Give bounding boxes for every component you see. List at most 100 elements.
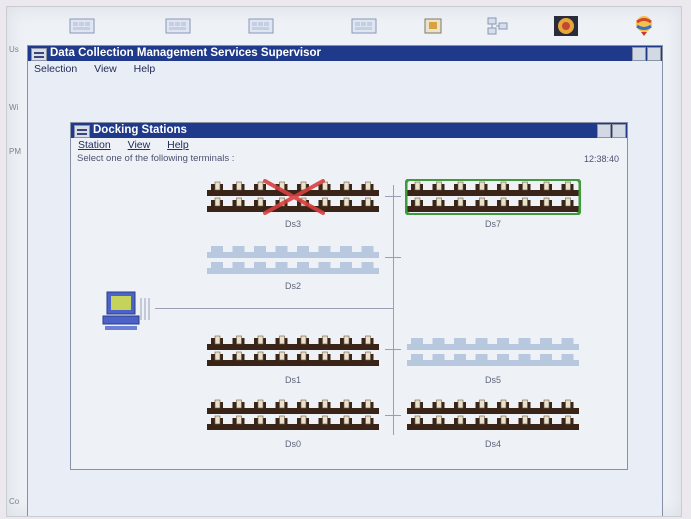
- terminal-icon: [343, 399, 350, 409]
- terminal-icon: [214, 351, 221, 361]
- terminal-icon: [500, 181, 507, 191]
- terminal-icon: [436, 415, 442, 425]
- docking-station-ds4[interactable]: [405, 397, 581, 433]
- terminal-icon: [214, 181, 221, 191]
- minimize-button[interactable]: [632, 47, 646, 61]
- terminal-icon: [257, 415, 264, 425]
- supervisor-computer-icon: [102, 291, 150, 330]
- system-menu-icon[interactable]: [31, 48, 47, 61]
- terminal-icon: [543, 399, 550, 409]
- terminal-icon: [479, 415, 485, 425]
- terminal-icon: [522, 399, 528, 409]
- desktop-icon-label: Co: [9, 497, 20, 506]
- station-label-ds4: Ds4: [484, 439, 501, 449]
- station-label-ds3: Ds3: [284, 219, 301, 229]
- notepad-icon[interactable]: [423, 17, 443, 35]
- docking-station-ds3[interactable]: [205, 179, 381, 215]
- menu-help[interactable]: Help: [134, 63, 156, 75]
- terminal-icon: [365, 181, 371, 191]
- terminal-icon: [236, 181, 242, 191]
- terminal-icon: [279, 399, 285, 409]
- station-label-ds0: Ds0: [284, 439, 301, 449]
- terminal-icon: [522, 415, 528, 425]
- instruction-text: Select one of the following terminals :: [77, 153, 235, 164]
- branch-cable: [385, 415, 401, 416]
- terminal-icon: [214, 415, 221, 425]
- terminal-icon: [257, 181, 264, 191]
- terminal-icon: [500, 399, 507, 409]
- terminal-icon: [500, 415, 507, 425]
- system-menu-icon[interactable]: [74, 125, 90, 138]
- terminal-icon: [214, 335, 221, 345]
- main-menu-bar: Selection View Help: [34, 63, 662, 76]
- terminal-icon: [236, 197, 242, 207]
- docking-station-ds2[interactable]: [205, 241, 381, 277]
- terminal-icon: [365, 415, 371, 425]
- terminal-icon: [343, 415, 350, 425]
- terminal-icon: [365, 399, 371, 409]
- terminal-icon: [522, 181, 528, 191]
- terminal-icon: [436, 181, 442, 191]
- menu-station[interactable]: Station: [78, 139, 111, 151]
- desktop-icon-label: Wi: [9, 103, 19, 112]
- terminal-icon: [565, 415, 571, 425]
- terminal-icon: [300, 415, 307, 425]
- terminal-icon: [365, 335, 371, 345]
- terminal-icon: [522, 197, 528, 207]
- terminal-icon: [322, 415, 328, 425]
- menu-help[interactable]: Help: [167, 139, 189, 151]
- folder-icon[interactable]: [165, 17, 191, 35]
- folder-icon[interactable]: [351, 17, 377, 35]
- terminal-icon: [279, 415, 285, 425]
- network-backbone: [393, 185, 394, 435]
- terminal-icon: [479, 399, 485, 409]
- terminal-icon: [322, 335, 328, 345]
- terminal-icon: [257, 399, 264, 409]
- menu-view[interactable]: View: [128, 139, 151, 151]
- menu-selection[interactable]: Selection: [34, 63, 77, 75]
- terminal-icon: [343, 181, 350, 191]
- terminal-icon: [257, 335, 264, 345]
- desktop-icon-label: Us: [9, 45, 19, 54]
- docking-window-titlebar[interactable]: Docking Stations: [71, 123, 627, 138]
- os2-logo-icon[interactable]: [553, 15, 579, 37]
- docking-station-ds5[interactable]: [405, 333, 581, 369]
- branch-cable: [385, 257, 401, 258]
- maximize-button[interactable]: [647, 47, 661, 61]
- terminal-icon: [322, 197, 328, 207]
- terminal-icon: [322, 351, 328, 361]
- branch-cable: [385, 349, 401, 350]
- station-label-ds7: Ds7: [484, 219, 501, 229]
- main-window-title: Data Collection Management Services Supe…: [50, 47, 321, 59]
- station-label-ds5: Ds5: [484, 375, 501, 385]
- terminal-icon: [343, 335, 350, 345]
- globe-icon[interactable]: [633, 13, 655, 37]
- terminal-icon: [300, 351, 307, 361]
- terminal-icon: [322, 181, 328, 191]
- docking-station-ds1[interactable]: [205, 333, 381, 369]
- network-icon[interactable]: [485, 17, 511, 35]
- docking-station-ds7[interactable]: [405, 179, 581, 215]
- docking-menu-bar: Station View Help: [78, 139, 627, 152]
- folder-icon[interactable]: [248, 17, 274, 35]
- terminal-icon: [543, 197, 550, 207]
- terminal-icon: [436, 399, 442, 409]
- terminal-icon: [236, 351, 242, 361]
- docking-station-ds0[interactable]: [205, 397, 381, 433]
- terminal-icon: [236, 415, 242, 425]
- terminal-icon: [414, 415, 421, 425]
- maximize-button[interactable]: [612, 124, 626, 138]
- menu-view[interactable]: View: [94, 63, 117, 75]
- terminal-icon: [414, 181, 421, 191]
- terminal-icon: [300, 399, 307, 409]
- main-window: Data Collection Management Services Supe…: [27, 45, 663, 516]
- terminal-icon: [236, 335, 242, 345]
- folder-icon[interactable]: [69, 17, 95, 35]
- terminal-icon: [214, 399, 221, 409]
- network-cable: [155, 308, 393, 309]
- main-window-titlebar[interactable]: Data Collection Management Services Supe…: [28, 46, 662, 61]
- terminal-icon: [500, 197, 507, 207]
- terminal-icon: [457, 197, 464, 207]
- terminal-icon: [343, 351, 350, 361]
- minimize-button[interactable]: [597, 124, 611, 138]
